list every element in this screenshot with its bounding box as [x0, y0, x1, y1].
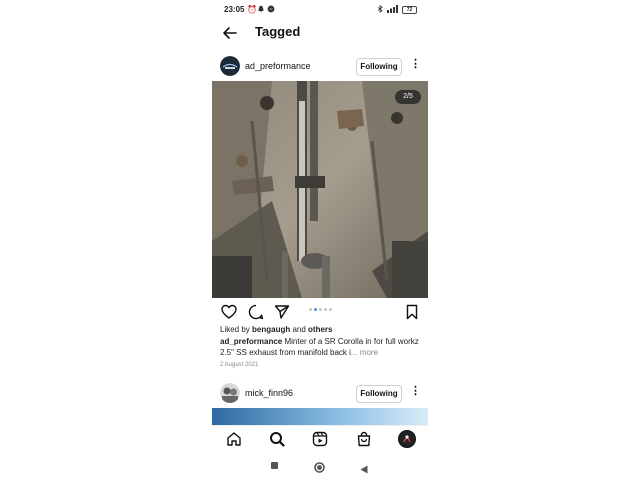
status-bar: 23:05 ⏰ 72 [212, 0, 428, 20]
recents-icon[interactable] [271, 462, 278, 469]
send-icon[interactable] [274, 304, 290, 320]
avatar[interactable] [220, 56, 240, 76]
post-photo[interactable] [212, 408, 428, 425]
bottom-tab-bar [212, 425, 428, 452]
liked-user-link[interactable]: bengaugh [252, 325, 290, 334]
caption-username[interactable]: ad_preformance [220, 337, 282, 346]
shop-icon[interactable] [356, 431, 372, 452]
likes-line: Liked by bengaugh and others [220, 324, 420, 335]
reels-icon[interactable] [312, 431, 328, 452]
pager-dot [329, 308, 332, 311]
system-navigation-bar [212, 452, 428, 480]
liked-prefix: Liked by [220, 325, 253, 334]
home-button-icon[interactable] [314, 460, 325, 478]
carousel-pager [309, 308, 334, 312]
search-icon[interactable] [269, 431, 285, 452]
following-button[interactable]: Following [356, 385, 402, 403]
post-date: 2 August 2021 [220, 362, 259, 368]
alarm-icon: ⏰ [247, 5, 257, 14]
carousel-counter: 2/5 [395, 90, 421, 104]
post-photo[interactable] [212, 81, 428, 298]
battery-indicator: 72 [402, 6, 417, 14]
status-time: 23:05 [224, 5, 245, 14]
signal-icon [387, 5, 399, 15]
snapchat-icon [257, 5, 265, 15]
bluetooth-icon [377, 4, 384, 15]
home-icon[interactable] [226, 431, 242, 452]
liked-others-link[interactable]: others [308, 325, 332, 334]
caption-more-link[interactable]: ... more [351, 348, 378, 357]
avatar[interactable] [220, 383, 240, 403]
post-username[interactable]: ad_preformance [245, 61, 311, 71]
post-username[interactable]: mick_finn96 [245, 388, 293, 398]
pager-dot [319, 308, 322, 311]
post-caption: ad_preformance Minter of a SR Corolla in… [220, 336, 420, 358]
pager-dot [324, 308, 327, 311]
page-title: Tagged [255, 24, 301, 39]
messenger-icon [267, 5, 275, 15]
phone-screen: 23:05 ⏰ 72 Tagged ad_preformance Followi… [212, 0, 428, 480]
heart-icon[interactable] [221, 304, 237, 320]
arrow-left-icon[interactable] [222, 25, 238, 41]
pager-dot [309, 308, 312, 311]
bookmark-icon[interactable] [404, 304, 420, 320]
liked-and: and [290, 325, 309, 334]
back-triangle-icon[interactable] [360, 461, 368, 479]
following-button[interactable]: Following [356, 58, 402, 76]
pager-dot-active [314, 308, 317, 311]
comment-icon[interactable] [248, 304, 264, 320]
more-options-icon[interactable]: ⋮ [410, 386, 421, 397]
profile-avatar[interactable] [398, 430, 416, 453]
more-options-icon[interactable]: ⋮ [410, 59, 421, 70]
